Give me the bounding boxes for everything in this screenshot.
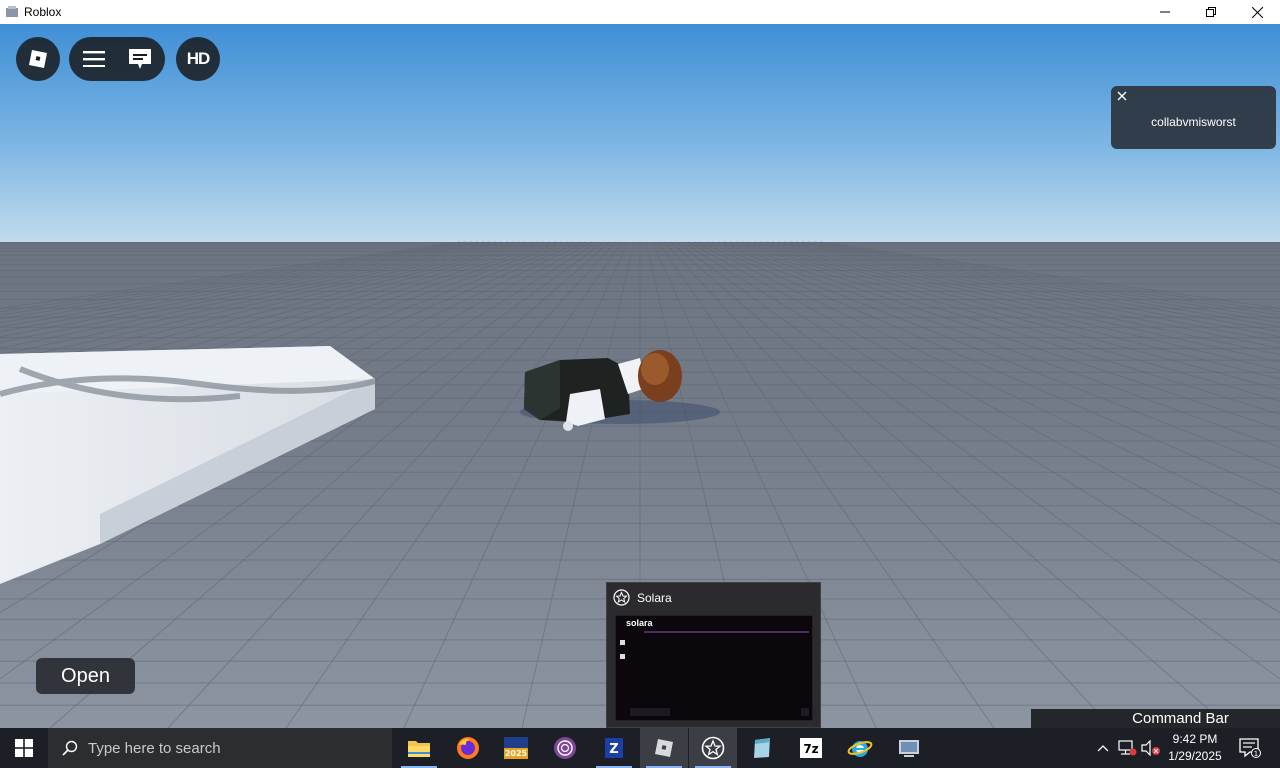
solara-icon	[701, 736, 725, 760]
hd-button[interactable]: HD	[176, 37, 220, 81]
roblox-icon	[655, 739, 673, 757]
menu-chat-group	[69, 37, 165, 81]
taskbar-app-ie[interactable]	[836, 728, 884, 768]
taskbar-app-blue[interactable]: Z	[590, 728, 638, 768]
hd-label: HD	[186, 49, 211, 68]
solara-thumbnail-popup[interactable]: Solara solara	[606, 582, 821, 728]
open-button[interactable]: Open	[36, 658, 135, 694]
taskbar-clock[interactable]: 9:42 PM 1/29/2025	[1163, 731, 1227, 765]
notification-center-icon: 1	[1239, 738, 1261, 758]
volume-button[interactable]	[1140, 728, 1162, 768]
chat-button[interactable]	[117, 37, 163, 81]
close-icon	[1251, 6, 1263, 18]
svg-text:Z: Z	[609, 742, 618, 757]
roblox-logo-icon	[29, 50, 47, 68]
close-button[interactable]	[1234, 0, 1280, 24]
taskbar-app-firefox[interactable]	[444, 728, 492, 768]
close-icon[interactable]	[1116, 90, 1128, 102]
command-bar[interactable]: Command Bar	[1031, 709, 1280, 728]
windows-logo-icon	[15, 739, 33, 757]
show-hidden-icons-button[interactable]	[1092, 728, 1114, 768]
windows-taskbar: Type here to search 2025 Z 7z 9:42 PM 1/…	[0, 728, 1280, 768]
7zip-icon: 7z	[800, 738, 822, 758]
notification-count: 1	[1254, 750, 1258, 758]
internet-explorer-icon	[847, 741, 873, 757]
taskbar-app-other[interactable]	[885, 728, 933, 768]
taskbar-app-solara[interactable]	[689, 728, 737, 768]
minimize-button[interactable]	[1142, 0, 1188, 24]
volume-muted-icon	[1141, 740, 1160, 756]
svg-text:2025: 2025	[505, 749, 528, 758]
network-icon	[1118, 740, 1137, 756]
window-title: Roblox	[24, 5, 62, 19]
start-button[interactable]	[0, 728, 48, 768]
hamburger-menu-button[interactable]	[71, 37, 117, 81]
taskbar-app-file-explorer[interactable]	[395, 728, 443, 768]
search-icon	[62, 740, 78, 756]
action-center-button[interactable]: 1	[1236, 728, 1264, 768]
network-app-icon	[899, 740, 919, 757]
notification-message: collabvmisworst	[1151, 115, 1236, 129]
restore-icon	[1206, 7, 1216, 17]
clock-time: 9:42 PM	[1172, 732, 1218, 746]
roblox-menu-button[interactable]	[16, 37, 60, 81]
notepad-icon	[754, 738, 770, 758]
search-placeholder: Type here to search	[88, 739, 221, 757]
taskbar-search[interactable]: Type here to search	[48, 728, 392, 768]
window-titlebar: Roblox	[0, 0, 1280, 24]
taskbar-app-roblox[interactable]	[640, 728, 688, 768]
app-2025-icon: 2025	[504, 737, 528, 759]
clock-date: 1/29/2025	[1168, 749, 1222, 763]
svg-text:7z: 7z	[803, 742, 818, 756]
hamburger-icon	[83, 51, 105, 67]
preview-title: solara	[626, 618, 653, 628]
firefox-icon	[457, 737, 479, 759]
file-explorer-icon	[408, 741, 430, 757]
solara-icon	[613, 589, 630, 606]
roblox-app-icon	[6, 6, 18, 17]
minimize-icon	[1160, 11, 1170, 13]
restore-button[interactable]	[1188, 0, 1234, 24]
thumbnail-title: Solara	[637, 590, 672, 605]
taskbar-app-notepad[interactable]	[738, 728, 786, 768]
notification-toast: collabvmisworst	[1111, 86, 1276, 149]
taskbar-app-7zip[interactable]: 7z	[787, 728, 835, 768]
chat-icon	[129, 49, 151, 69]
blue-app-icon: Z	[605, 738, 623, 758]
taskbar-app-2025[interactable]: 2025	[492, 728, 540, 768]
network-status-button[interactable]	[1115, 728, 1139, 768]
tor-browser-icon	[554, 737, 576, 759]
solara-window-preview: solara	[615, 615, 813, 721]
chevron-up-icon	[1097, 745, 1109, 752]
taskbar-app-tor[interactable]	[541, 728, 589, 768]
